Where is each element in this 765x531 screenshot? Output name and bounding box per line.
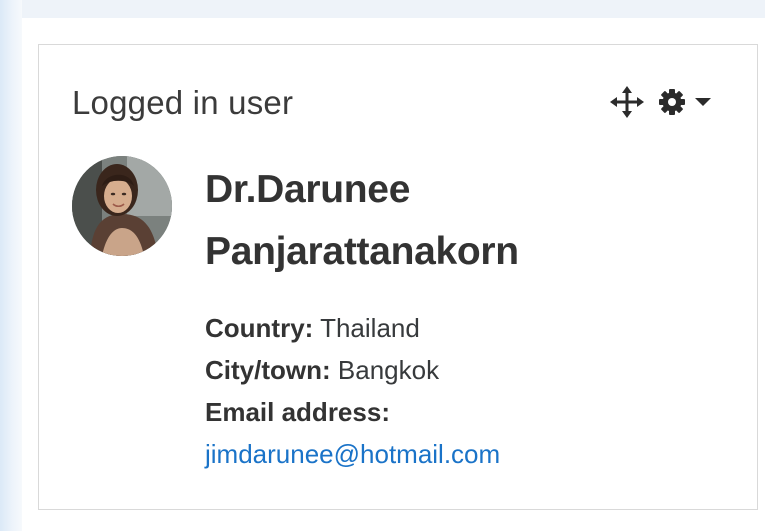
city-label: City/town: <box>205 355 331 385</box>
city-value: Bangkok <box>337 355 440 385</box>
user-avatar[interactable] <box>72 156 172 256</box>
gear-icon <box>659 89 685 115</box>
email-row: jimdarunee@hotmail.com <box>205 433 725 475</box>
move-arrows-icon <box>610 86 644 118</box>
email-link[interactable]: jimdarunee@hotmail.com <box>205 439 500 469</box>
country-row: Country: Thailand <box>205 307 725 349</box>
block-controls <box>609 86 715 118</box>
block-actions-dropdown[interactable] <box>691 86 715 118</box>
block-title: Logged in user <box>72 84 294 121</box>
logged-in-user-block: Logged in user Dr.Darunee Panjarattanako… <box>38 44 758 510</box>
email-label: Email address: <box>205 397 390 427</box>
block-settings-button[interactable] <box>657 86 687 118</box>
user-photo <box>72 156 172 256</box>
user-details: Country: Thailand City/town: Bangkok Ema… <box>205 307 725 475</box>
page-side-background <box>0 0 22 531</box>
move-block-button[interactable] <box>609 86 645 118</box>
country-value: Thailand <box>320 313 420 343</box>
country-label: Country: <box>205 313 314 343</box>
user-fullname[interactable]: Dr.Darunee Panjarattanakorn <box>205 159 665 283</box>
city-row: City/town: Bangkok <box>205 349 725 391</box>
caret-down-icon <box>695 98 711 106</box>
email-label-row: Email address: <box>205 391 725 433</box>
